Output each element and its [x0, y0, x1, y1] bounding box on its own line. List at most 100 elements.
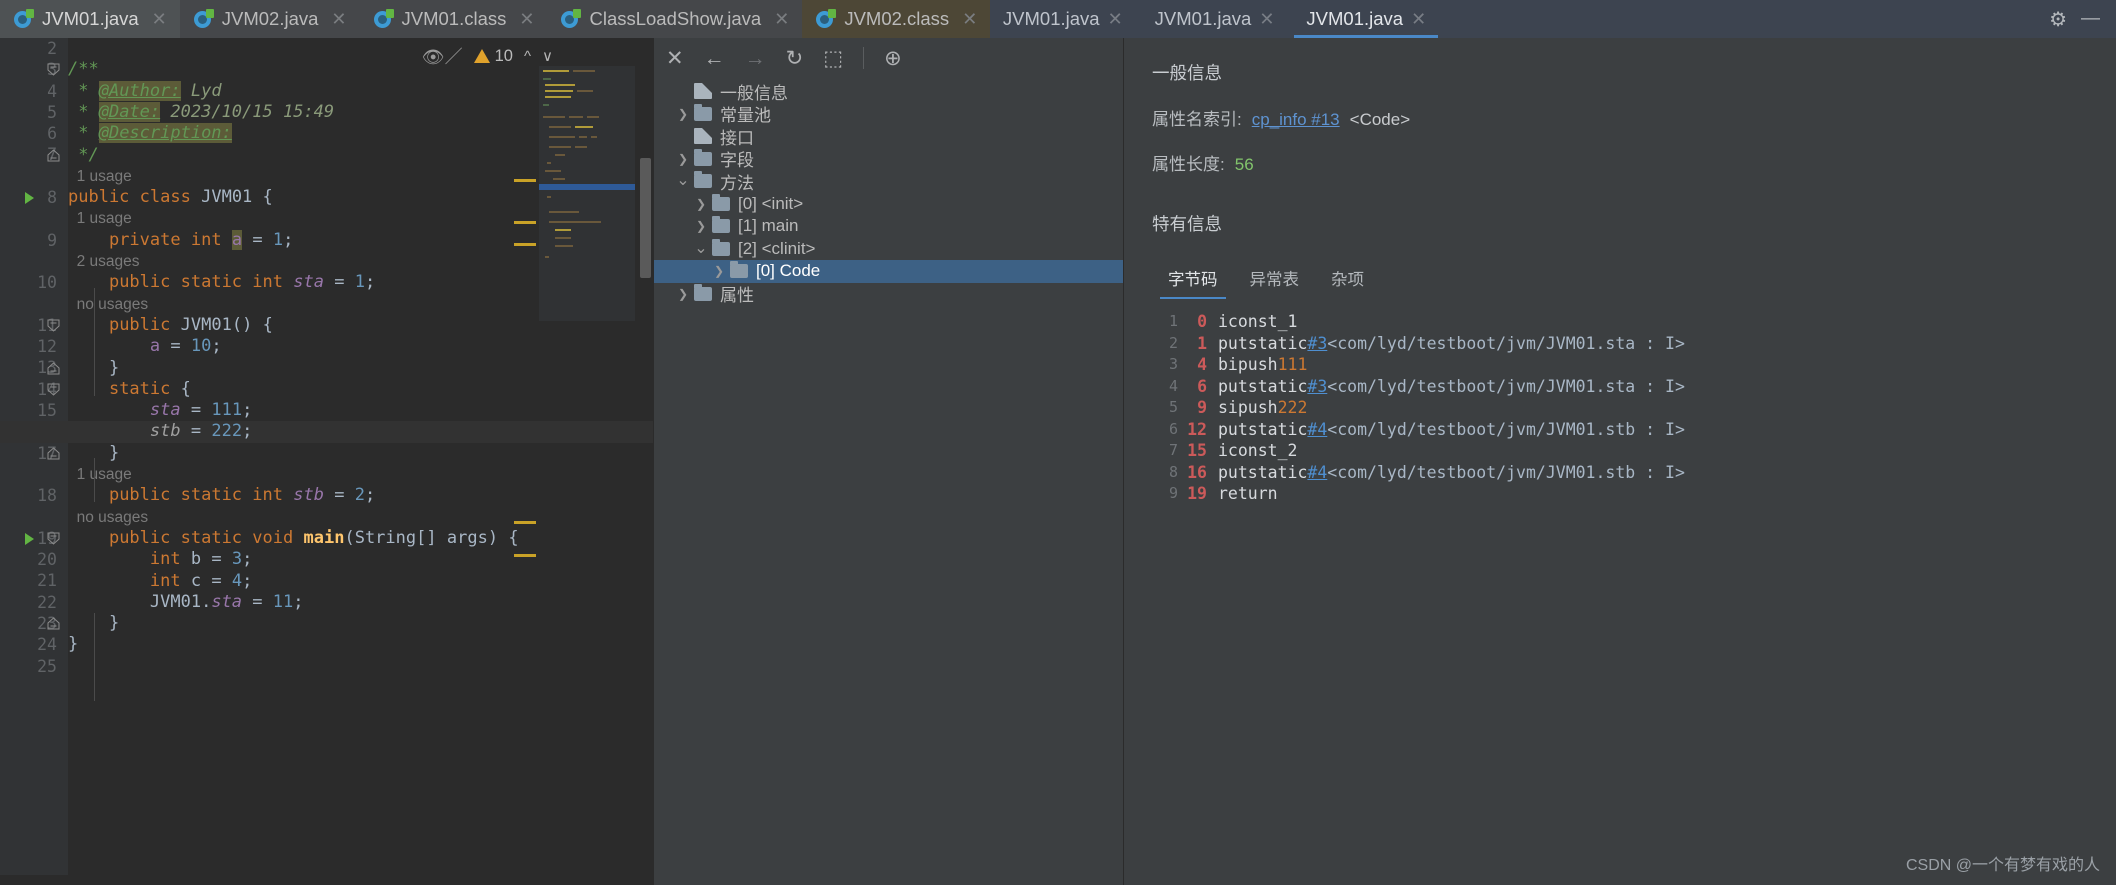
chevron-right-icon[interactable]: ❯	[672, 287, 694, 301]
detail-subtab-2[interactable]: 杂项	[1315, 260, 1380, 299]
folder-icon	[712, 216, 730, 234]
minimap-line	[555, 229, 571, 231]
fold-collapse-icon[interactable]	[47, 617, 60, 630]
warning-count[interactable]: 10	[473, 47, 513, 66]
bytecode-cp-ref[interactable]: #3	[1307, 333, 1327, 355]
ide-window: JVM01.java ✕ JVM02.java ✕ JVM01.class ✕ ClassL…	[0, 0, 2116, 885]
fold-collapse-icon[interactable]	[47, 148, 60, 162]
bytecode-comment: <com/lyd/testboot/jvm/JVM01.stb : I>	[1327, 419, 1685, 439]
document-icon	[694, 128, 712, 145]
globe-icon[interactable]: ⊕	[884, 48, 902, 69]
close-icon[interactable]: ✕	[1108, 9, 1123, 30]
bytecode-offset: 16	[1187, 462, 1207, 482]
class-structure-tree[interactable]: 一般信息 ❯ 常量池 接口 ❯ 字段 ⌄ 方法 ❯ [0] <init> ❯ [1] main ⌄ [2]…	[654, 78, 1123, 885]
editor-scrollbar[interactable]	[640, 158, 651, 278]
editor-tab-label: JVM02.class	[844, 8, 950, 29]
code-line: * @Date: 2023/10/15 15:49	[68, 101, 335, 122]
editor-tab-jvm02-java[interactable]: JVM02.java ✕	[179, 0, 360, 38]
editor-tab-label: ClassLoadShow.java	[589, 8, 762, 29]
cp-info-link[interactable]: cp_info #13	[1252, 110, 1340, 130]
editor-tab-jvm01-class[interactable]: JVM01.class ✕	[359, 0, 548, 38]
fold-expand-icon[interactable]	[47, 319, 60, 332]
jclasslib-tab-1[interactable]: JVM01.java ✕	[1139, 0, 1291, 38]
close-icon[interactable]: ✕	[1411, 9, 1426, 30]
editor-tab-jvm02-class[interactable]: JVM02.class ✕	[802, 0, 991, 38]
tree-node-4[interactable]: ⌄ 方法	[654, 170, 1123, 193]
run-gutter-icon[interactable]	[25, 532, 34, 545]
detail-subtab-0[interactable]: 字节码	[1152, 260, 1234, 299]
close-icon[interactable]: ✕	[962, 9, 977, 30]
chevron-right-icon[interactable]: ❯	[690, 197, 712, 211]
close-icon[interactable]: ✕	[774, 9, 789, 30]
error-stripe-mark[interactable]	[514, 221, 536, 224]
detail-subtab-1[interactable]: 异常表	[1234, 260, 1316, 299]
chevron-down-icon[interactable]: ∨	[542, 47, 553, 65]
usage-hint: 2 usages	[68, 253, 140, 270]
gear-icon[interactable]: ⚙	[2049, 7, 2067, 32]
bytecode-scrollbar[interactable]	[1152, 311, 1161, 885]
chevron-down-icon[interactable]: ⌄	[690, 240, 712, 256]
chevron-right-icon[interactable]: ❯	[690, 219, 712, 233]
chevron-down-icon[interactable]: ⌄	[672, 173, 694, 189]
bytecode-cp-ref[interactable]: #4	[1307, 462, 1327, 484]
error-stripe-mark[interactable]	[514, 179, 536, 182]
tree-node-label: [1] main	[738, 216, 799, 236]
tree-node-7[interactable]: ⌄ [2] <clinit>	[654, 238, 1123, 261]
close-icon[interactable]: ✕	[331, 9, 346, 30]
minimap-line	[545, 84, 575, 86]
chevron-right-icon[interactable]: ❯	[672, 152, 694, 166]
reload-icon[interactable]: ↻	[786, 48, 804, 69]
code-line: public static void main(String[] args) {	[108, 527, 519, 548]
tree-node-1[interactable]: ❯ 常量池	[654, 103, 1123, 125]
close-icon[interactable]: ✕	[152, 9, 167, 30]
code-line: }	[68, 634, 79, 655]
fold-collapse-icon[interactable]	[47, 361, 60, 375]
usage-hint: 1 usage	[68, 466, 132, 483]
close-icon[interactable]: ✕	[519, 9, 534, 30]
bytecode-comment: <com/lyd/testboot/jvm/JVM01.sta : I>	[1327, 333, 1685, 353]
error-stripe-mark[interactable]	[514, 521, 536, 524]
code-editor[interactable]: 2345678910111213141516171819202122232425…	[0, 38, 653, 885]
fold-expand-icon[interactable]	[47, 383, 60, 396]
fold-collapse-icon[interactable]	[47, 447, 60, 460]
bytecode-listing[interactable]: 1 0 iconst_1 2 1 putstatic #3 <com/lyd/testbo…	[1152, 311, 2116, 885]
tree-node-2[interactable]: 接口	[654, 125, 1123, 148]
editor-tab-jvm01-java[interactable]: JVM01.java ✕	[0, 0, 180, 38]
tree-node-9[interactable]: ❯ 属性	[654, 283, 1123, 305]
error-stripe-mark[interactable]	[514, 554, 536, 557]
jclasslib-tab-0[interactable]: JVM01.java ✕	[987, 0, 1139, 38]
chevron-right-icon[interactable]: ❯	[708, 264, 730, 278]
fold-expand-icon[interactable]	[47, 63, 60, 76]
error-stripe-mark[interactable]	[514, 243, 536, 246]
tree-node-6[interactable]: ❯ [1] main	[654, 215, 1123, 238]
save-icon[interactable]: ⬚	[823, 48, 843, 69]
minimize-icon[interactable]: ―	[2081, 8, 2100, 30]
editor-minimap[interactable]	[539, 66, 635, 321]
tree-node-5[interactable]: ❯ [0] <init>	[654, 193, 1123, 216]
tree-node-8[interactable]: ❯ [0] Code	[654, 260, 1123, 283]
close-icon[interactable]: ✕	[1259, 9, 1274, 30]
close-icon[interactable]: ✕	[666, 48, 684, 69]
chevron-up-icon[interactable]: ^	[524, 48, 531, 65]
minimap-line	[545, 90, 573, 92]
gutter-spacer	[0, 251, 68, 272]
code-line: * @Description:	[68, 123, 232, 144]
attribute-detail-pane: 一般信息 属性名索引: cp_info #13 <Code> 属性长度: 56 …	[1123, 38, 2116, 885]
chevron-right-icon[interactable]: ❯	[672, 107, 694, 121]
tree-node-3[interactable]: ❯ 字段	[654, 148, 1123, 170]
bytecode-offset: 1	[1197, 333, 1207, 353]
bytecode-cp-ref[interactable]: #4	[1307, 419, 1327, 441]
minimap-line	[549, 126, 571, 128]
bytecode-cp-ref[interactable]: #3	[1307, 376, 1327, 398]
editor-gutter[interactable]: 2345678910111213141516171819202122232425	[0, 38, 68, 885]
jclasslib-tab-2[interactable]: JVM01.java ✕	[1290, 0, 1442, 38]
editor-tab-classloadshow-java[interactable]: ClassLoadShow.java ✕	[547, 0, 803, 38]
minimap-line	[591, 136, 597, 138]
bytecode-offset: 0	[1197, 312, 1207, 331]
back-arrow-icon[interactable]: ←	[704, 48, 725, 69]
eye-off-icon[interactable]: 👁／	[422, 43, 463, 69]
fold-expand-icon[interactable]	[47, 532, 60, 545]
tree-node-0[interactable]: 一般信息	[654, 80, 1123, 103]
run-gutter-icon[interactable]	[25, 192, 34, 205]
minimap-line	[573, 70, 595, 72]
